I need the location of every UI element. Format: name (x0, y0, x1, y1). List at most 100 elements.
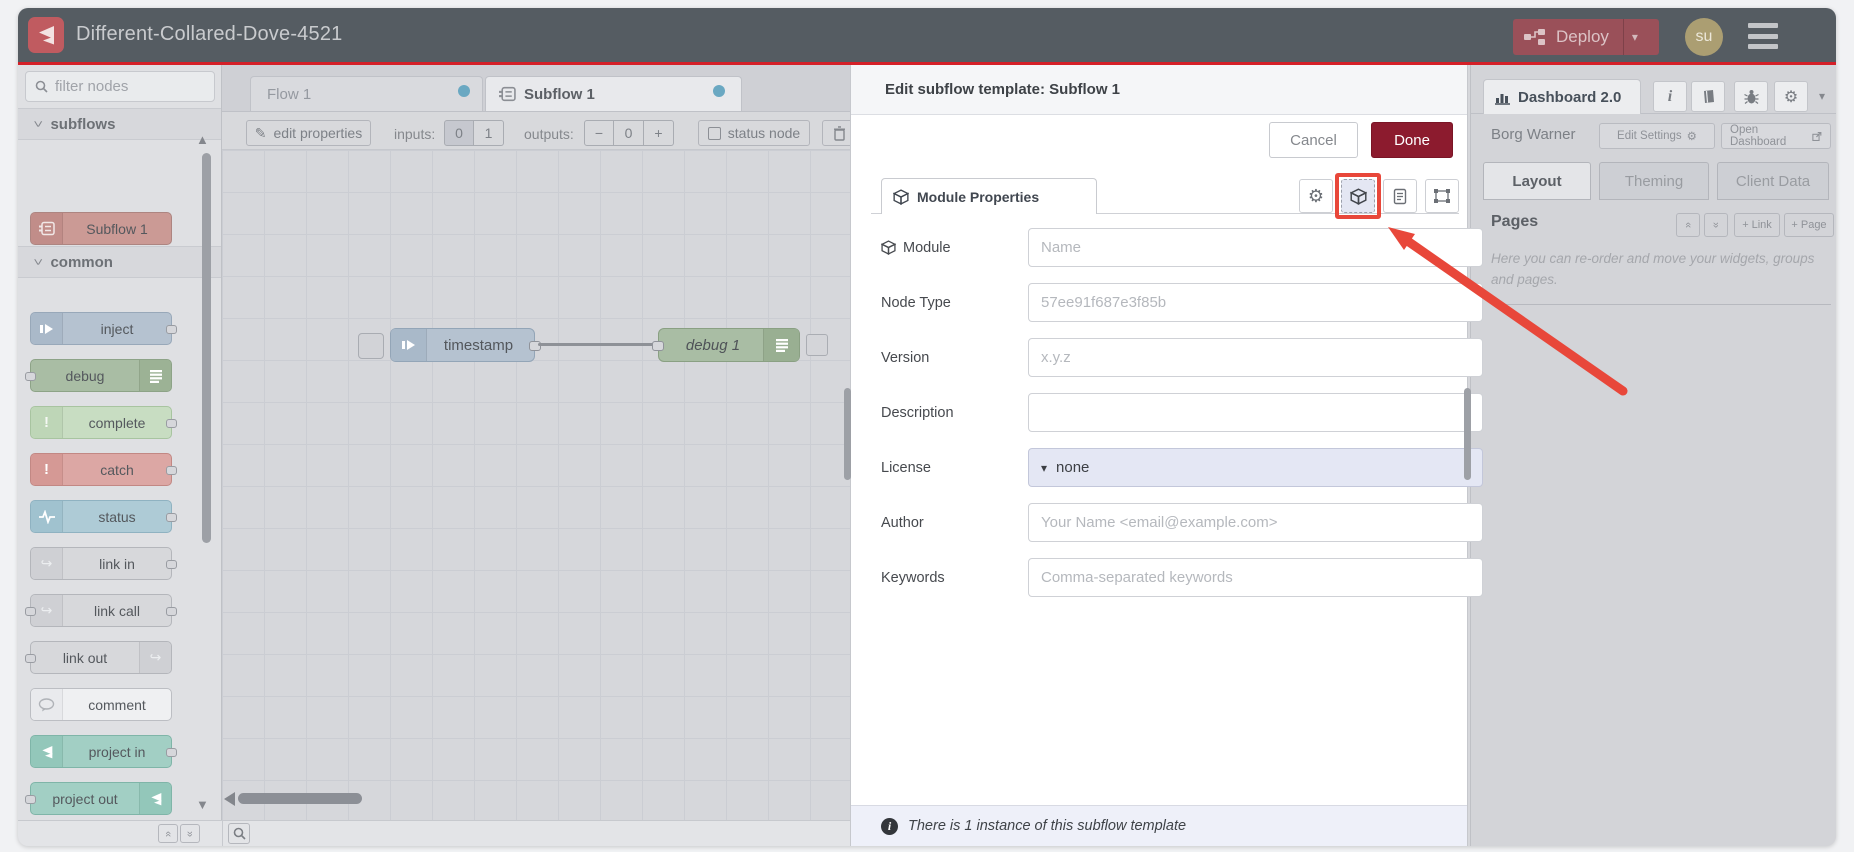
add-link-button[interactable]: + Link (1734, 213, 1780, 237)
output-port (166, 607, 177, 616)
inputs-option-1[interactable]: 1 (474, 120, 504, 146)
sidebar-tab-dashboard[interactable]: Dashboard 2.0 (1483, 79, 1641, 114)
palette-node-complete[interactable]: ! complete (30, 406, 177, 439)
outputs-increase-button[interactable]: + (644, 120, 674, 146)
category-common[interactable]: > common (18, 246, 221, 278)
cancel-button[interactable]: Cancel (1269, 122, 1358, 158)
palette-filter[interactable]: filter nodes (25, 71, 215, 102)
instance-title: Different-Collared-Dove-4521 (76, 23, 343, 45)
output-port (166, 466, 177, 475)
edit-settings-button[interactable]: Edit Settings ⚙ (1599, 123, 1715, 149)
sidebar-options-caret[interactable]: ▾ (1819, 89, 1825, 103)
link-out-icon: ↪ (139, 642, 171, 673)
dashboard-tab-layout[interactable]: Layout (1483, 162, 1591, 200)
tab-module-properties[interactable]: Module Properties (881, 178, 1097, 214)
flow-node-timestamp[interactable]: timestamp (390, 328, 541, 362)
output-port (166, 748, 177, 757)
palette-node-link-out[interactable]: ↪ link out (25, 641, 172, 674)
dashboard-tab-theming[interactable]: Theming (1599, 162, 1709, 200)
deploy-button[interactable]: Deploy ▾ (1513, 19, 1659, 55)
palette-scroll-down[interactable]: ▼ (196, 797, 209, 812)
node-red-logo[interactable] (28, 17, 64, 53)
dashboard-tab-client-data[interactable]: Client Data (1717, 162, 1829, 200)
double-chevron-up-icon: « (162, 830, 174, 837)
debug-icon (763, 329, 799, 361)
palette-node-debug[interactable]: debug (25, 359, 172, 392)
author-input[interactable] (1028, 503, 1483, 542)
description-tab-button[interactable] (1383, 179, 1417, 213)
palette-scrollbar-thumb[interactable] (202, 153, 211, 543)
palette-node-catch[interactable]: ! catch (30, 453, 177, 486)
chevron-down-icon: > (28, 120, 46, 128)
add-page-button[interactable]: + Page (1784, 213, 1834, 237)
palette-node-status[interactable]: status (30, 500, 177, 533)
input-port (25, 795, 36, 804)
debug-enable-toggle[interactable] (806, 334, 828, 356)
inputs-option-0[interactable]: 0 (444, 120, 474, 146)
tab-flow-1[interactable]: Flow 1 (250, 76, 483, 111)
palette-node-inject[interactable]: inject (30, 312, 177, 345)
canvas-scroll-left-arrow[interactable] (224, 792, 235, 806)
license-select[interactable]: ▾ none (1028, 448, 1483, 487)
input-port[interactable] (652, 341, 664, 351)
keywords-input[interactable] (1028, 558, 1483, 597)
tab-subflow-1[interactable]: Subflow 1 (485, 76, 742, 111)
inject-trigger-button[interactable] (358, 333, 384, 359)
module-properties-tab-button[interactable] (1341, 179, 1375, 213)
version-input[interactable] (1028, 338, 1483, 377)
description-input[interactable] (1028, 393, 1483, 432)
user-avatar[interactable]: su (1685, 18, 1723, 56)
sidebar-divider (1506, 304, 1831, 305)
deploy-options-caret[interactable]: ▾ (1622, 19, 1646, 55)
form-row-node-type: Node Type (881, 283, 1483, 322)
module-input[interactable] (1028, 228, 1483, 267)
canvas-grid[interactable]: timestamp debug 1 (222, 150, 850, 820)
canvas-hscrollbar-thumb[interactable] (238, 793, 362, 804)
form-row-keywords: Keywords (881, 558, 1483, 597)
info-icon: i (881, 817, 898, 835)
palette-node-project-out[interactable]: project out (25, 782, 172, 815)
category-subflows[interactable]: > subflows (18, 108, 221, 140)
dialog-left-resize-handle[interactable] (844, 388, 851, 480)
palette-scroll-up[interactable]: ▲ (196, 132, 209, 147)
canvas-zoom-search-button[interactable] (228, 823, 250, 844)
debug-tab-button[interactable] (1734, 81, 1768, 112)
expand-all-categories-button[interactable]: « (180, 824, 200, 843)
wire-connection[interactable] (538, 343, 660, 346)
palette-node-comment[interactable]: comment (30, 688, 172, 721)
settings-tab-button[interactable]: ⚙ (1774, 81, 1808, 112)
author-label: Author (881, 514, 924, 531)
done-button[interactable]: Done (1371, 122, 1453, 158)
info-tab-button[interactable]: i (1653, 81, 1687, 112)
palette-node-link-in[interactable]: ↪ link in (30, 547, 177, 580)
open-dashboard-button[interactable]: Open Dashboard (1721, 123, 1831, 149)
outputs-decrease-button[interactable]: − (584, 120, 614, 146)
collapse-all-categories-button[interactable]: « (158, 824, 178, 843)
gear-icon: ⚙ (1307, 185, 1325, 206)
palette-node-link-call[interactable]: ↪ link call (25, 594, 177, 627)
gear-icon: ⚙ (1783, 88, 1799, 106)
flow-node-debug-1[interactable]: debug 1 (652, 328, 800, 362)
move-down-button[interactable]: « (1704, 213, 1728, 237)
help-tab-button[interactable] (1691, 81, 1725, 112)
input-port (25, 654, 36, 663)
checkbox-icon (707, 126, 721, 140)
debug-icon (139, 360, 171, 391)
palette-node-subflow-1[interactable]: Subflow 1 (30, 212, 172, 245)
version-label: Version (881, 349, 930, 366)
move-up-button[interactable]: « (1676, 213, 1700, 237)
node-type-input[interactable] (1028, 283, 1483, 322)
pages-hint-text: Here you can re-order and move your widg… (1491, 251, 1815, 287)
form-row-module: Module (881, 228, 1483, 267)
license-label: License (881, 459, 931, 476)
edit-properties-tab-button[interactable]: ⚙ (1299, 179, 1333, 213)
palette-node-project-in[interactable]: project in (30, 735, 177, 768)
pencil-icon: ✎ (254, 124, 267, 141)
main-menu-button[interactable] (1748, 23, 1778, 49)
edit-properties-button[interactable]: ✎ edit properties (246, 120, 371, 146)
status-node-checkbox[interactable]: status node (698, 120, 810, 146)
sidebar-resize-handle[interactable] (1464, 388, 1471, 480)
unsaved-changes-dot (713, 85, 725, 97)
delete-subflow-button[interactable] (822, 120, 850, 146)
appearance-tab-button[interactable] (1425, 179, 1459, 213)
